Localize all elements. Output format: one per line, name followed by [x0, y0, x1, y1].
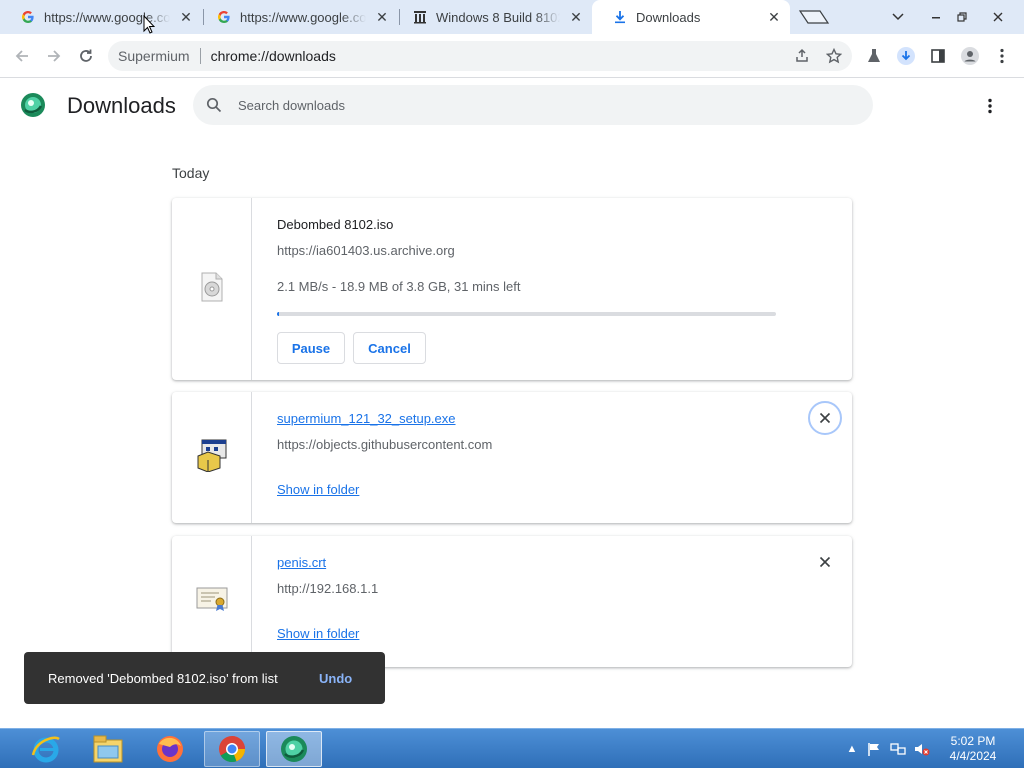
remove-from-list-close-icon[interactable]	[808, 401, 842, 435]
internet-explorer-icon[interactable]	[18, 731, 74, 767]
chrome-icon[interactable]	[204, 731, 260, 767]
download-item: Debombed 8102.iso https://ia601403.us.ar…	[172, 198, 852, 380]
share-icon[interactable]	[788, 42, 816, 70]
file-explorer-icon[interactable]	[80, 731, 136, 767]
bookmark-star-icon[interactable]	[820, 42, 848, 70]
tab-google-1[interactable]: https://www.google.com ✕	[0, 0, 202, 34]
action-center-flag-icon[interactable]	[866, 741, 882, 757]
tab-close-icon[interactable]: ✕	[568, 9, 584, 25]
progress-fill	[277, 312, 280, 316]
progress-bar	[277, 312, 776, 316]
site-label: Supermium	[118, 48, 190, 64]
labs-flask-icon[interactable]	[860, 42, 888, 70]
source-url: http://192.168.1.1	[277, 581, 379, 596]
search-bar[interactable]	[193, 85, 873, 125]
tab-title: Downloads	[636, 9, 701, 25]
profile-avatar-icon[interactable]	[956, 42, 984, 70]
source-url: https://ia601403.us.archive.org	[277, 243, 455, 258]
remove-from-list-close-icon[interactable]	[808, 545, 842, 579]
firefox-icon[interactable]	[142, 731, 198, 767]
show-in-folder-link[interactable]: Show in folder	[277, 482, 359, 497]
restore-icon[interactable]	[946, 0, 978, 34]
file-name: Debombed 8102.iso	[277, 217, 394, 232]
close-window-icon[interactable]	[978, 0, 1018, 34]
downloads-toolbar-icon[interactable]	[892, 42, 920, 70]
tab-search-chevron-icon[interactable]	[882, 0, 914, 34]
supermium-logo-icon	[20, 92, 46, 118]
page-title: Downloads	[67, 93, 176, 118]
reload-icon[interactable]	[72, 42, 100, 70]
address-bar[interactable]: Supermium chrome://downloads	[108, 41, 852, 71]
undo-button[interactable]: Undo	[319, 671, 352, 686]
show-in-folder-link[interactable]: Show in folder	[277, 626, 359, 641]
google-icon	[216, 9, 232, 25]
tab-google-2[interactable]: https://www.google.com ✕	[196, 0, 398, 34]
tab-close-icon[interactable]: ✕	[178, 9, 194, 25]
clock-date: 4/4/2024	[949, 749, 997, 763]
tab-close-icon[interactable]: ✕	[374, 9, 390, 25]
file-icon-column	[172, 198, 252, 380]
supermium-icon[interactable]	[266, 731, 322, 767]
side-panel-icon[interactable]	[924, 42, 952, 70]
new-tab-icon[interactable]	[798, 9, 830, 30]
toast-message: Removed 'Debombed 8102.iso' from list	[48, 671, 278, 686]
certificate-file-icon	[195, 585, 229, 618]
tab-archive[interactable]: Windows 8 Build 8102 : Free Download ✕	[392, 0, 592, 34]
download-icon	[612, 9, 628, 25]
archive-icon	[412, 9, 428, 25]
clock-time: 5:02 PM	[950, 734, 996, 748]
tab-close-icon[interactable]: ✕	[766, 9, 782, 25]
disc-image-file-icon	[199, 272, 225, 307]
url-text[interactable]: chrome://downloads	[211, 48, 336, 64]
more-actions-icon[interactable]	[978, 94, 1002, 118]
downloads-header: Downloads	[0, 78, 1024, 134]
windows-taskbar: ▲ 5:02 PM 4/4/2024	[0, 728, 1024, 768]
search-icon	[206, 97, 222, 118]
date-section-header: Today	[172, 165, 210, 181]
source-url: https://objects.githubusercontent.com	[277, 437, 493, 452]
google-icon	[20, 9, 36, 25]
show-hidden-icons-icon[interactable]: ▲	[844, 741, 860, 757]
download-item: supermium_121_32_setup.exe https://objec…	[172, 392, 852, 523]
tab-downloads[interactable]: Downloads ✕	[592, 0, 790, 34]
network-icon[interactable]	[890, 741, 906, 757]
browser-menu-icon[interactable]	[988, 42, 1016, 70]
browser-toolbar: Supermium chrome://downloads	[0, 34, 1024, 78]
file-name-link[interactable]: supermium_121_32_setup.exe	[277, 411, 456, 426]
system-clock[interactable]: 5:02 PM 4/4/2024	[944, 734, 1002, 764]
file-icon-column	[172, 536, 252, 667]
download-item: penis.crt http://192.168.1.1 Show in fol…	[172, 536, 852, 667]
installer-file-icon	[196, 438, 228, 477]
tab-strip: https://www.google.com ✕ https://www.goo…	[0, 0, 1024, 34]
file-name-link[interactable]: penis.crt	[277, 555, 326, 570]
forward-arrow-icon[interactable]	[40, 42, 68, 70]
download-status: 2.1 MB/s - 18.9 MB of 3.8 GB, 31 mins le…	[277, 279, 521, 294]
back-arrow-icon[interactable]	[8, 42, 36, 70]
cancel-button[interactable]: Cancel	[353, 332, 426, 364]
volume-muted-icon[interactable]	[914, 741, 930, 757]
tab-title: Windows 8 Build 8102 : Free Download	[436, 9, 560, 25]
file-icon-column	[172, 392, 252, 523]
pause-button[interactable]: Pause	[277, 332, 345, 364]
tab-title: https://www.google.com	[240, 9, 366, 25]
search-input[interactable]	[238, 85, 838, 125]
address-separator	[199, 48, 201, 64]
undo-toast: Removed 'Debombed 8102.iso' from list Un…	[24, 652, 385, 704]
